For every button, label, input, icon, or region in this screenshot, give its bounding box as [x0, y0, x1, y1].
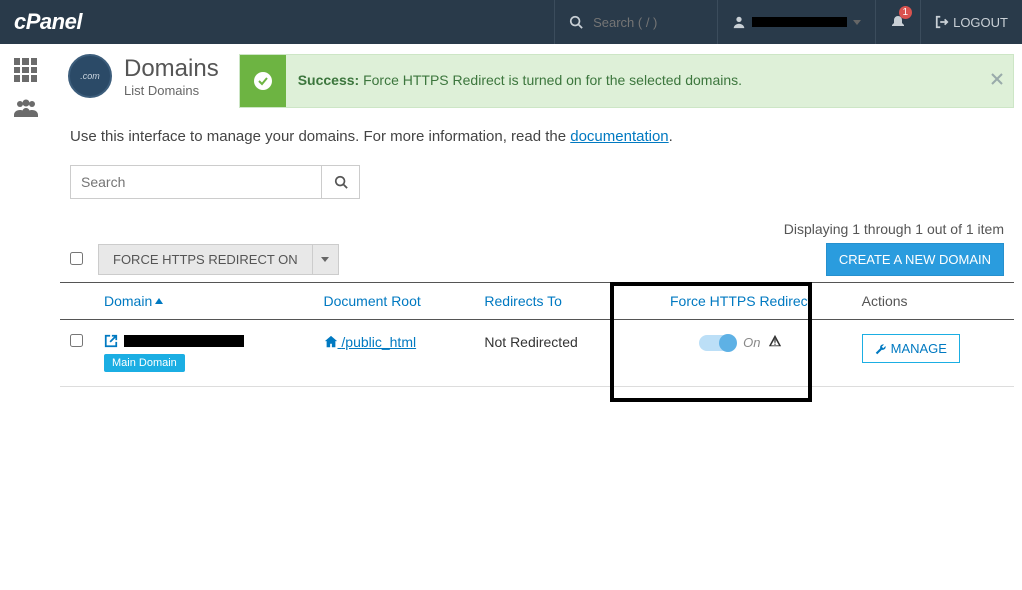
redirects-cell: Not Redirected [474, 320, 630, 387]
domain-search-button[interactable] [321, 166, 359, 198]
logout-label: LOGOUT [953, 15, 1008, 30]
apps-grid-icon[interactable] [14, 58, 38, 82]
docroot-text: /public_html [341, 334, 416, 350]
main-content: .com Domains List Domains Success: Force… [52, 44, 1022, 407]
top-bar: cPanel 1 LOGOUT [0, 0, 1022, 44]
force-https-button-group: FORCE HTTPS REDIRECT ON [98, 244, 339, 275]
manage-button[interactable]: MANAGE [862, 334, 960, 363]
logout-button[interactable]: LOGOUT [920, 0, 1022, 44]
force-https-button[interactable]: FORCE HTTPS REDIRECT ON [98, 244, 313, 275]
pagination-text: Displaying 1 through 1 out of 1 item [60, 203, 1014, 243]
username-redacted [752, 17, 847, 27]
col-actions: Actions [852, 283, 1014, 320]
docroot-cell: /public_html [314, 320, 475, 387]
create-domain-button[interactable]: CREATE A NEW DOMAIN [826, 243, 1004, 276]
intro-text: Use this interface to manage your domain… [60, 108, 1014, 153]
logout-icon [935, 15, 949, 29]
domain-search-input[interactable] [71, 166, 321, 198]
domain-name-redacted [124, 335, 244, 347]
alert-icon-wrap [240, 55, 286, 107]
domains-icon: .com [68, 54, 112, 98]
col-force-https[interactable]: Force HTTPS Redirect [630, 283, 852, 320]
action-row: FORCE HTTPS REDIRECT ON CREATE A NEW DOM… [60, 243, 1014, 282]
chevron-down-icon [321, 257, 329, 262]
logo-wrap: cPanel [0, 9, 165, 35]
search-row [60, 153, 1014, 203]
col-redirects[interactable]: Redirects To [474, 283, 630, 320]
docroot-link[interactable]: /public_html [324, 334, 417, 350]
col-docroot[interactable]: Document Root [314, 283, 475, 320]
close-icon [991, 73, 1003, 85]
left-sidebar [0, 44, 52, 407]
wrench-icon [875, 343, 887, 355]
header-row: .com Domains List Domains Success: Force… [60, 44, 1014, 108]
cpanel-logo: cPanel [14, 9, 82, 34]
warning-icon[interactable] [768, 334, 782, 351]
check-circle-icon [253, 71, 273, 91]
notifications[interactable]: 1 [875, 0, 920, 44]
col-domain[interactable]: Domain [94, 283, 314, 320]
domains-table: Domain Document Root Redirects To Force … [60, 282, 1014, 387]
user-icon [732, 15, 746, 29]
row-checkbox[interactable] [70, 334, 83, 347]
select-all-checkbox[interactable] [70, 252, 83, 265]
page-title: Domains [124, 55, 219, 83]
domain-search-group [70, 165, 360, 199]
intro-prefix: Use this interface to manage your domain… [70, 128, 570, 145]
table-row: Main Domain /public_html Not Redirected … [60, 320, 1014, 387]
intro-suffix: . [669, 128, 673, 145]
page-subtitle: List Domains [124, 83, 219, 98]
user-menu[interactable] [717, 0, 875, 44]
select-all-wrap [70, 252, 98, 268]
topbar-right: 1 LOGOUT [554, 0, 1022, 44]
main-domain-badge: Main Domain [104, 354, 185, 372]
alert-title: Success: [298, 72, 359, 88]
alert-text: Force HTTPS Redirect is turned on for th… [359, 72, 742, 88]
search-icon [569, 15, 583, 29]
manage-label: MANAGE [891, 341, 947, 356]
documentation-link[interactable]: documentation [570, 128, 668, 145]
domain-cell: Main Domain [94, 320, 314, 387]
table-header-row: Domain Document Root Redirects To Force … [60, 283, 1014, 320]
success-alert: Success: Force HTTPS Redirect is turned … [239, 54, 1014, 108]
alert-close-button[interactable] [981, 72, 1013, 90]
global-search[interactable] [554, 0, 717, 44]
global-search-input[interactable] [593, 15, 703, 30]
users-icon[interactable] [13, 98, 39, 118]
chevron-down-icon [853, 20, 861, 25]
home-icon [324, 335, 338, 349]
force-https-cell: On [630, 320, 852, 387]
notification-badge: 1 [899, 6, 913, 19]
sort-asc-icon [155, 298, 163, 304]
external-link-icon[interactable] [104, 334, 118, 348]
toggle-state-label: On [743, 335, 760, 350]
actions-cell: MANAGE [852, 320, 1014, 387]
alert-body: Success: Force HTTPS Redirect is turned … [286, 63, 981, 99]
force-https-toggle[interactable] [699, 335, 735, 351]
force-https-dropdown[interactable] [313, 244, 339, 275]
page-title-block: .com Domains List Domains [60, 54, 219, 98]
layout: .com Domains List Domains Success: Force… [0, 44, 1022, 407]
search-icon [334, 175, 348, 189]
